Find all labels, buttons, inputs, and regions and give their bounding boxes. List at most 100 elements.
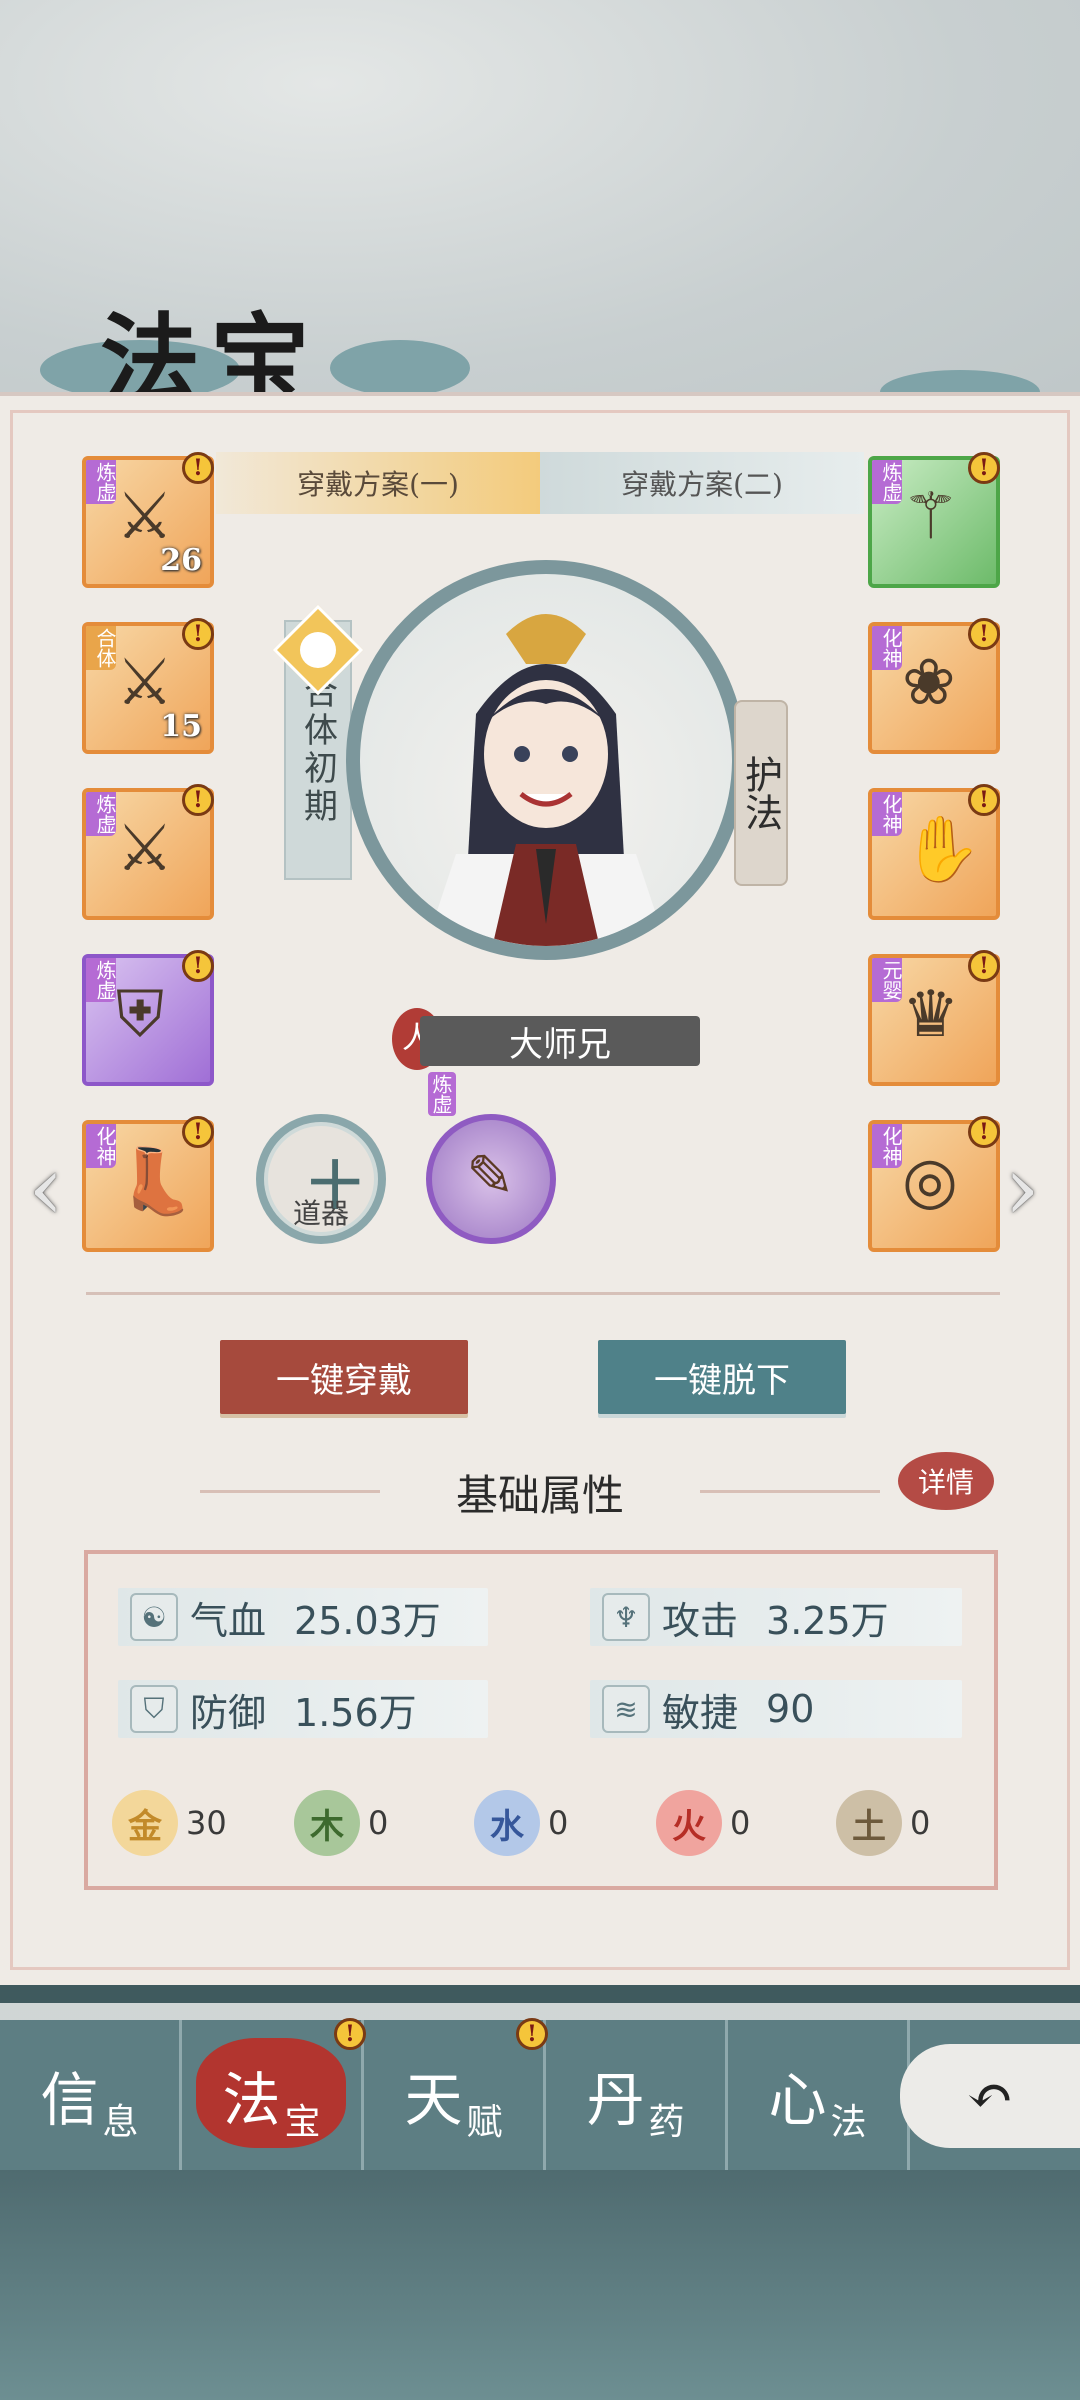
alert-icon: ! [516, 2018, 548, 2050]
element-earth: 土 0 [836, 1790, 930, 1856]
element-fire: 火 0 [656, 1790, 750, 1856]
nav-label-main: 心 [768, 2066, 827, 2134]
tier-badge: 合体 [86, 626, 117, 670]
prev-page-arrow-icon[interactable]: ‹ [28, 1136, 64, 1241]
cloud-decoration [330, 340, 470, 396]
guardian-label: 护法 [738, 755, 783, 831]
alert-icon: ! [182, 618, 214, 650]
ring-icon: ◎ [902, 1144, 958, 1218]
alert-icon: ! [968, 1116, 1000, 1148]
armor-icon: ⛨ [116, 978, 164, 1052]
character-avatar-icon [425, 614, 667, 946]
realm-rank-inner [300, 632, 336, 668]
alert-icon: ! [182, 1116, 214, 1148]
stat-value: 3.25万 [766, 1598, 889, 1643]
alert-icon: ! [968, 950, 1000, 982]
stat-value: 90 [766, 1687, 815, 1731]
crown-icon: ♛ [902, 978, 960, 1052]
panel-bottom-edge [0, 1985, 1080, 2003]
wood-element-icon: 木 [294, 1790, 360, 1856]
nav-label-main: 丹 [586, 2066, 645, 2134]
element-value: 0 [730, 1804, 751, 1842]
necklace-icon: ❀ [902, 646, 956, 720]
boot-icon: 👢 [116, 1145, 196, 1219]
alert-icon: ! [182, 950, 214, 982]
tier-badge: 炼虚 [86, 958, 117, 1002]
blood-drop-icon: ☯ [130, 1593, 178, 1641]
nav-pill[interactable]: 丹 药 [546, 2020, 728, 2170]
tab-plan-2[interactable]: 穿戴方案(二) [540, 452, 864, 514]
guardian-button[interactable]: 护法 [734, 700, 788, 886]
element-wood: 木 0 [294, 1790, 388, 1856]
element-metal: 金 30 [112, 1790, 227, 1856]
tier-badge: 炼虚 [428, 1072, 456, 1116]
stat-value: 25.03万 [294, 1598, 441, 1643]
water-element-icon: 水 [474, 1790, 540, 1856]
nav-label-main: 天 [404, 2066, 463, 2134]
section-divider [86, 1292, 1000, 1295]
alert-icon: ! [968, 618, 1000, 650]
tier-badge: 化神 [872, 1124, 903, 1168]
alert-icon: ! [968, 784, 1000, 816]
unequip-all-button[interactable]: 一键脱下 [598, 1340, 846, 1414]
element-value: 0 [548, 1804, 569, 1842]
stat-label: 敏捷 [662, 1690, 739, 1735]
alert-icon: ! [182, 452, 214, 484]
stat-attack: ♆ 攻击 3.25万 [590, 1588, 962, 1646]
fan-staff-icon: ⚚ [902, 480, 960, 554]
sword-hilt-icon: ♆ [602, 1593, 650, 1641]
gauntlet-icon: ✋ [902, 813, 982, 887]
stat-label: 攻击 [662, 1598, 739, 1643]
stat-label: 防御 [190, 1690, 267, 1735]
nav-label-sub: 宝 [284, 2102, 321, 2143]
tier-badge: 化神 [86, 1124, 117, 1168]
tab-plan-1[interactable]: 穿戴方案(一) [216, 452, 540, 514]
stat-hp: ☯ 气血 25.03万 [118, 1588, 488, 1646]
stat-label: 气血 [190, 1598, 267, 1643]
nav-label-sub: 药 [648, 2102, 685, 2143]
tier-badge: 炼虚 [86, 460, 117, 504]
realm-label: 合体初期 [297, 674, 338, 826]
tier-badge: 炼虚 [86, 792, 117, 836]
nav-label-main: 信 [40, 2066, 99, 2134]
nav-label-main: 法 [222, 2066, 281, 2134]
element-value: 30 [186, 1804, 227, 1842]
alert-icon: ! [334, 2018, 366, 2050]
element-value: 0 [910, 1804, 931, 1842]
tier-badge: 炼虚 [872, 460, 903, 504]
character-portrait[interactable] [346, 560, 746, 960]
tier-badge: 化神 [872, 626, 903, 670]
stat-defense: ⛉ 防御 1.56万 [118, 1680, 488, 1738]
nav-label-sub: 息 [102, 2102, 139, 2143]
stat-value: 1.56万 [294, 1690, 417, 1735]
sword-icon: ⚔ [116, 812, 174, 886]
tier-badge: 化神 [872, 792, 903, 836]
dao-tool-label: 道器 [292, 1197, 349, 1230]
back-arrow-icon: ↶ [966, 2063, 1014, 2129]
equip-all-button[interactable]: 一键穿戴 [220, 1340, 468, 1414]
next-page-arrow-icon[interactable]: › [1004, 1136, 1040, 1241]
dao-tool-slot[interactable]: 十 道器 [256, 1114, 386, 1244]
character-name: 大师兄 [420, 1016, 700, 1066]
item-count: 26 [160, 543, 202, 578]
detail-button[interactable]: 详情 [898, 1452, 994, 1510]
wind-swirl-icon: ≋ [602, 1685, 650, 1733]
nav-method[interactable]: 心 法 [728, 2020, 910, 2170]
element-value: 0 [368, 1804, 389, 1842]
tier-badge: 元婴 [872, 958, 903, 1002]
nav-label-sub: 赋 [466, 2102, 503, 2143]
lower-landscape-background [0, 2170, 1080, 2400]
talisman-icon: ✎ [466, 1142, 515, 1210]
artifact-slot[interactable]: ✎ [426, 1114, 556, 1244]
back-button[interactable]: ↶ [900, 2044, 1080, 2148]
plan-tabs: 穿戴方案(一) 穿戴方案(二) [216, 452, 864, 514]
shield-icon: ⛉ [130, 1685, 178, 1733]
element-water: 水 0 [474, 1790, 568, 1856]
nav-info[interactable]: 信 息 [0, 2020, 182, 2170]
stat-agility: ≋ 敏捷 90 [590, 1680, 962, 1738]
alert-icon: ! [968, 452, 1000, 484]
fire-element-icon: 火 [656, 1790, 722, 1856]
alert-icon: ! [182, 784, 214, 816]
item-count: 15 [160, 709, 202, 744]
metal-element-icon: 金 [112, 1790, 178, 1856]
